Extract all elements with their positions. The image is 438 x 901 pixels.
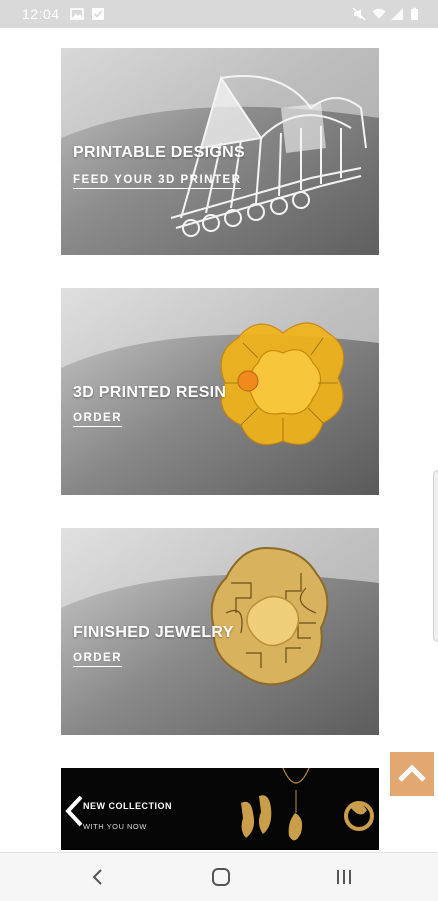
battery-icon: [411, 7, 418, 20]
jewelry-set-image: [241, 768, 374, 841]
image-icon: [70, 8, 84, 20]
chevron-up-icon: [398, 764, 426, 782]
scroll-to-top-button[interactable]: [390, 752, 434, 796]
home-icon[interactable]: [207, 863, 235, 891]
card-title: PRINTABLE DESIGNS: [73, 144, 245, 161]
card-title: 3D PRINTED RESIN: [73, 384, 227, 401]
recents-icon[interactable]: [330, 863, 358, 891]
status-bar: 12:04: [0, 0, 438, 28]
wifi-icon: [372, 8, 386, 19]
banner-title: NEW COLLECTION: [83, 801, 172, 811]
feed-printer-link[interactable]: FEED YOUR 3D PRINTER: [73, 174, 242, 189]
signal-icon: [391, 8, 403, 20]
order-link[interactable]: ORDER: [73, 412, 123, 427]
banner-subtitle: WITH YOU NOW: [83, 822, 147, 831]
collection-banner[interactable]: NEW COLLECTION WITH YOU NOW: [61, 768, 379, 850]
mute-icon: [352, 7, 366, 21]
card-finished-jewelry[interactable]: FINISHED JEWELRY ORDER: [61, 528, 379, 735]
card-3d-printed-resin[interactable]: 3D PRINTED RESIN ORDER: [61, 288, 379, 495]
edge-panel-handle[interactable]: [433, 470, 438, 642]
yellow-resin-flower-ring: [220, 322, 345, 446]
gold-filigree-ring: [210, 546, 329, 686]
back-icon[interactable]: [84, 863, 112, 891]
order-link[interactable]: ORDER: [73, 652, 123, 667]
card-printable-designs[interactable]: PRINTABLE DESIGNS FEED YOUR 3D PRINTER: [61, 48, 379, 255]
status-time: 12:04: [22, 6, 60, 22]
navigation-bar: [0, 852, 438, 901]
checkbox-icon: [92, 8, 104, 20]
card-title: FINISHED JEWELRY: [73, 624, 234, 641]
